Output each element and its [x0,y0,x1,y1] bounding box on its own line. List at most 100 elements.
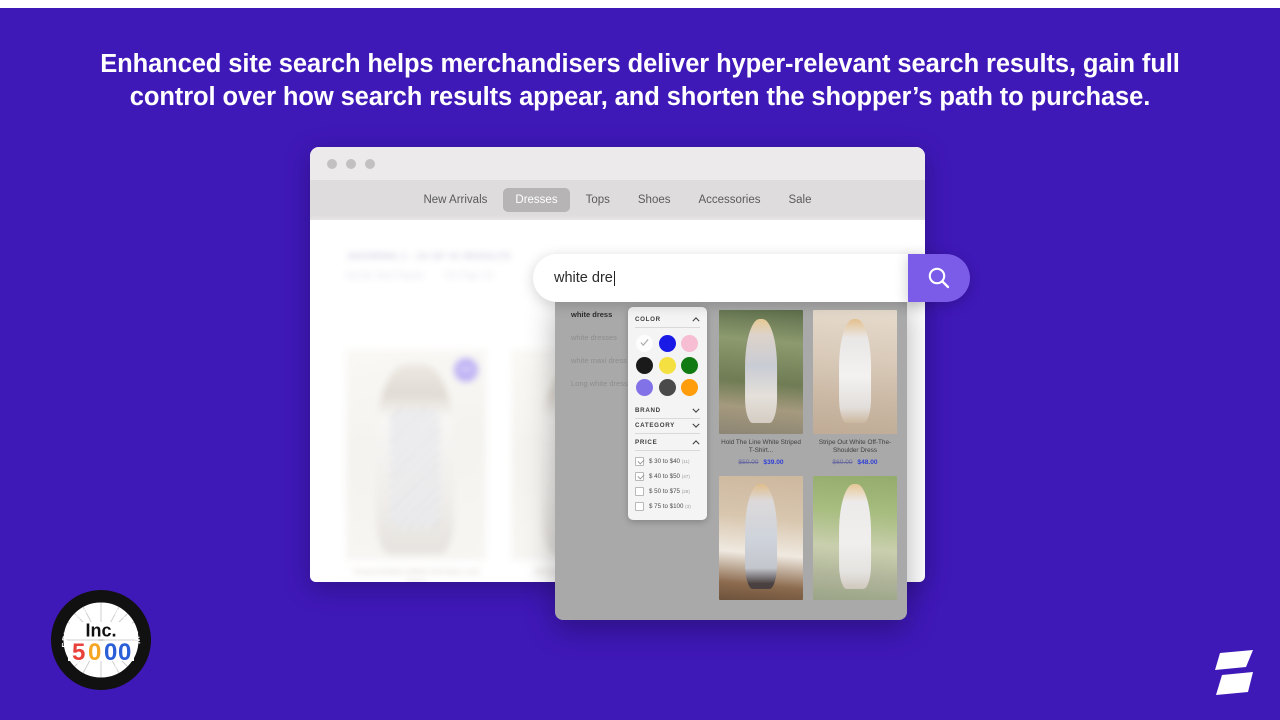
search-results-grid: Hold The Line White Striped T-Shirt... $… [719,310,897,600]
checkbox-checked-icon[interactable] [635,472,644,481]
filter-section-price-header[interactable]: PRICE [635,436,700,451]
price-range-text: $ 50 to $75 [649,488,680,495]
price-filter-row[interactable]: $ 30 to $40 (11) [635,457,700,466]
browser-chrome-bar [310,147,925,180]
result-card[interactable] [813,475,897,600]
price-original: $60.00 [832,458,853,466]
color-swatch-pink[interactable] [681,335,699,352]
color-swatch-grid [635,328,700,404]
nav-item-sale[interactable]: Sale [776,188,823,212]
suggestion-item-white-dress[interactable]: white dress [571,310,633,320]
list-item[interactable]: Sale Young Numbers White And Navy Lace D… [346,350,486,582]
inc-5000-badge: AMERICA'S FASTEST-GROWING PRIVATE COMPAN… [46,582,152,691]
text-cursor [613,270,615,286]
svg-text:0: 0 [104,639,117,666]
check-icon [640,339,649,347]
inc-5000-badge-graphic: AMERICA'S FASTEST-GROWING PRIVATE COMPAN… [46,582,151,690]
model-figure [745,484,777,589]
searchspring-logo-icon [1215,650,1253,695]
filter-section-label: PRICE [635,439,658,446]
inc-wordmark: Inc. [85,621,116,641]
color-swatch-green[interactable] [681,357,699,374]
price-range-count: (11) [681,459,690,464]
price-range-label: $ 40 to $50 (47) [649,473,690,480]
chevron-up-icon [692,317,700,322]
price-range-count: (26) [681,489,690,494]
price-range-text: $ 40 to $50 [649,473,680,480]
sort-by-select[interactable]: Sort By: Most Popular [346,271,424,280]
product-image [813,475,897,600]
checkbox-icon[interactable] [635,502,644,511]
filter-section-label: BRAND [635,407,661,414]
color-swatch-white[interactable] [636,335,653,352]
product-price: $60.00 $48.00 [813,459,897,466]
nav-item-dresses[interactable]: Dresses [503,188,570,212]
color-swatch-yellow[interactable] [658,357,676,374]
color-swatch-blue[interactable] [658,335,676,352]
filter-section-brand-header[interactable]: BRAND [635,404,700,419]
suggestion-list: white dress white dresses white maxi dre… [571,310,633,402]
window-close-icon[interactable] [327,158,337,169]
price-filter-row[interactable]: $ 75 to $100 (3) [635,502,700,511]
search-autocomplete-panel: white dress white dresses white maxi dre… [555,298,907,620]
search-icon [928,267,950,289]
window-minimize-icon[interactable] [346,158,356,169]
sort-controls: Sort By: Most Popular Per Page: 24 [346,271,493,280]
checkbox-checked-icon[interactable] [635,457,644,466]
suggestion-item-white-dresses[interactable]: white dresses [571,333,633,343]
product-image: Sale [346,350,486,560]
site-navigation: New Arrivals Dresses Tops Shoes Accessor… [310,180,925,220]
result-card[interactable]: Stripe Out White Off-The-Shoulder Dress … [813,310,897,466]
page-title: Enhanced site search helps merchandisers… [100,50,1180,111]
status-badge: Sale [454,358,478,382]
window-maximize-icon[interactable] [365,158,375,169]
price-sale: $39.00 [763,458,784,466]
results-count-label: SHOWING 1 - 24 OF 41 RESULTS [348,251,511,262]
checkbox-icon[interactable] [635,487,644,496]
price-filter-row[interactable]: $ 50 to $75 (26) [635,487,700,496]
price-filter-row[interactable]: $ 40 to $50 (47) [635,472,700,481]
search-input-value: white dre [554,270,613,286]
filter-panel: COLOR BRAND CATEGORY PRICE $ 30 to $40 (… [628,307,707,520]
filter-section-category-header[interactable]: CATEGORY [635,419,700,434]
result-card[interactable]: Hold The Line White Striped T-Shirt... $… [719,310,803,466]
svg-text:0: 0 [118,639,131,666]
suggestion-item-white-maxi-dress[interactable]: white maxi dress [571,356,633,366]
price-range-label: $ 75 to $100 (3) [649,503,691,510]
price-filter-list: $ 30 to $40 (11) $ 40 to $50 (47) $ 50 t… [635,451,700,511]
search-input[interactable]: white dre [533,254,918,302]
color-swatch-purple[interactable] [636,379,653,396]
result-card[interactable] [719,475,803,600]
price-range-label: $ 30 to $40 (11) [649,458,690,465]
chevron-down-icon [692,423,700,428]
svg-text:0: 0 [88,639,101,666]
color-swatch-dark-gray[interactable] [658,379,676,396]
product-image [719,475,803,600]
filter-section-color-header[interactable]: COLOR [635,313,700,328]
model-figure [745,318,777,423]
product-image [719,310,803,434]
search-submit-button[interactable] [908,254,970,302]
chevron-up-icon [692,440,700,445]
chevron-down-icon [692,408,700,413]
color-swatch-orange[interactable] [681,379,699,396]
model-figure [839,318,871,423]
brand-logo [1213,648,1255,698]
slide-canvas: Enhanced site search helps merchandisers… [0,0,1280,720]
nav-item-accessories[interactable]: Accessories [686,188,772,212]
price-range-count: (47) [681,474,690,479]
price-range-text: $ 30 to $40 [649,458,680,465]
nav-item-shoes[interactable]: Shoes [626,188,683,212]
color-swatch-black[interactable] [636,357,653,374]
svg-text:5: 5 [72,639,85,666]
product-title: Young Numbers White And Navy Lace Dress [352,567,480,582]
price-original: $50.00 [738,458,759,466]
product-title: Stripe Out White Off-The-Shoulder Dress [818,439,892,455]
filter-section-label: CATEGORY [635,422,675,429]
per-page-select[interactable]: Per Page: 24 [446,271,493,280]
product-title: Hold The Line White Striped T-Shirt... [721,439,801,455]
suggestion-item-long-white-dress[interactable]: Long white dress [571,379,633,389]
nav-item-tops[interactable]: Tops [574,188,622,212]
nav-item-new-arrivals[interactable]: New Arrivals [411,188,499,212]
search-bar: white dre [533,254,970,302]
